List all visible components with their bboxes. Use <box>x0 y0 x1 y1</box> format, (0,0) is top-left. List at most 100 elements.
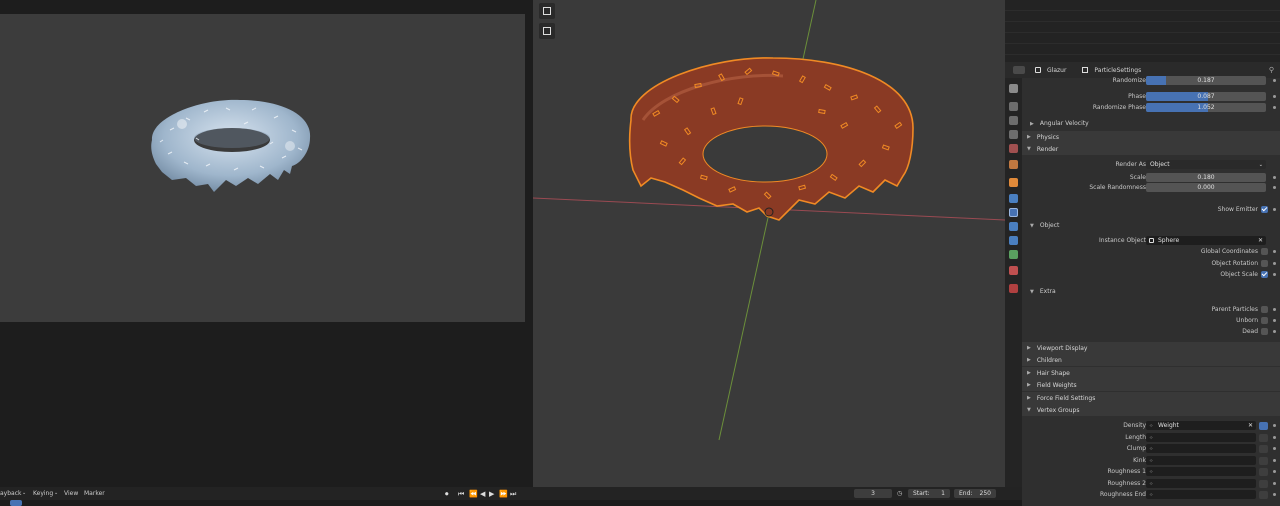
length-group-field[interactable]: ⁘ <box>1146 433 1256 442</box>
panel-field-weights[interactable]: ▶ Field Weights <box>1022 379 1280 391</box>
extra-subpanel-header[interactable]: ▼ Extra <box>1030 286 1280 297</box>
chevron-down-icon: ⌄ <box>1258 161 1263 168</box>
phase-slider[interactable]: 0.087 <box>1146 92 1266 101</box>
object-subpanel-header[interactable]: ▼ Object <box>1030 220 1280 231</box>
marker-menu[interactable]: Marker <box>84 490 105 497</box>
panel-hair-shape[interactable]: ▶ Hair Shape <box>1022 367 1280 379</box>
unborn-checkbox[interactable] <box>1261 317 1268 324</box>
keyframe-dot[interactable] <box>1273 493 1276 496</box>
clump-group-field[interactable]: ⁘ <box>1146 444 1256 453</box>
panel-force-field-settings[interactable]: ▶ Force Field Settings <box>1022 392 1280 404</box>
physics-tab-icon[interactable] <box>1009 222 1018 231</box>
kink-group-field[interactable]: ⁘ <box>1146 456 1256 465</box>
keyframe-dot[interactable] <box>1273 106 1276 109</box>
view-menu[interactable]: View <box>64 490 78 497</box>
close-icon[interactable]: ✕ <box>1248 422 1253 429</box>
pin-icon[interactable]: ⚲ <box>1269 66 1274 74</box>
playhead[interactable] <box>10 500 22 506</box>
constraints-tab-icon[interactable] <box>1009 236 1018 245</box>
keyframe-dot[interactable] <box>1273 250 1276 253</box>
keyframe-dot[interactable] <box>1273 262 1276 265</box>
keyframe-dot[interactable] <box>1273 79 1276 82</box>
playback-menu[interactable]: ayback <box>0 490 22 497</box>
end-frame-field[interactable]: End: 250 <box>954 489 996 498</box>
particles-tab-icon[interactable] <box>1009 208 1018 217</box>
render-panel-header[interactable]: ▼ Render <box>1022 143 1280 155</box>
scale-field[interactable]: 0.180 <box>1146 173 1266 182</box>
jump-end-button[interactable]: ⏭ <box>510 490 516 499</box>
keyframe-dot[interactable] <box>1273 186 1276 189</box>
randomize-phase-slider[interactable]: 1.052 <box>1146 103 1266 112</box>
density-group-field[interactable]: ⁘ Weight ✕ <box>1146 421 1256 430</box>
play-button[interactable]: ▶ <box>489 490 494 498</box>
show-emitter-checkbox[interactable] <box>1261 206 1268 213</box>
keyframe-dot[interactable] <box>1273 330 1276 333</box>
data-tab-icon[interactable] <box>1009 250 1018 259</box>
invert-toggle-icon[interactable] <box>1259 421 1268 430</box>
keying-menu[interactable]: Keying <box>33 490 53 497</box>
keyframe-dot[interactable] <box>1273 95 1276 98</box>
parent-particles-checkbox[interactable] <box>1261 306 1268 313</box>
keyframe-dot[interactable] <box>1273 308 1276 311</box>
keyframe-dot[interactable] <box>1273 319 1276 322</box>
roughness-1-group-field[interactable]: ⁘ <box>1146 467 1256 476</box>
invert-toggle-icon[interactable] <box>1259 467 1268 476</box>
roughness-2-group-field[interactable]: ⁘ <box>1146 479 1256 488</box>
randomize-slider[interactable]: 0.187 <box>1146 76 1266 85</box>
panel-children[interactable]: ▶ Children <box>1022 354 1280 366</box>
editor-type-icon[interactable] <box>1013 66 1025 74</box>
scene-tab-icon[interactable] <box>1009 144 1018 153</box>
physics-panel-header[interactable]: ▶ Physics <box>1022 131 1280 143</box>
global-coordinates-checkbox[interactable] <box>1261 248 1268 255</box>
panel-viewport-display[interactable]: ▶ Viewport Display <box>1022 342 1280 354</box>
angular-velocity-subpanel[interactable]: ▶ Angular Velocity <box>1030 118 1280 129</box>
invert-toggle-icon[interactable] <box>1259 444 1268 453</box>
world-tab-icon[interactable] <box>1009 160 1018 169</box>
object-rotation-checkbox[interactable] <box>1261 260 1268 267</box>
object-scale-checkbox[interactable] <box>1261 271 1268 278</box>
play-reverse-button[interactable]: ◀ <box>480 490 485 498</box>
timeline-ruler[interactable] <box>0 500 1022 506</box>
tool-tab-icon[interactable] <box>1009 84 1018 93</box>
current-frame-field[interactable]: 3 <box>854 489 892 498</box>
view-layer-tab-icon[interactable] <box>1009 130 1018 139</box>
keyframe-dot[interactable] <box>1273 447 1276 450</box>
object-tab-icon[interactable] <box>1009 178 1018 187</box>
start-frame-field[interactable]: Start: 1 <box>908 489 950 498</box>
render-result-canvas[interactable] <box>0 14 525 322</box>
keyframe-dot[interactable] <box>1273 176 1276 179</box>
record-button[interactable]: ⏺ <box>445 490 449 499</box>
kink-label: Kink <box>1133 457 1146 464</box>
panel-vertex-groups[interactable]: ▼ Vertex Groups <box>1022 404 1280 416</box>
object-name-label[interactable]: Glazur <box>1047 67 1066 74</box>
invert-toggle-icon[interactable] <box>1259 479 1268 488</box>
material-tab-icon[interactable] <box>1009 266 1018 275</box>
dead-checkbox[interactable] <box>1261 328 1268 335</box>
invert-toggle-icon[interactable] <box>1259 433 1268 442</box>
scale-randomness-field[interactable]: 0.000 <box>1146 183 1266 192</box>
3d-viewport[interactable] <box>533 0 1005 487</box>
density-label: Density <box>1123 422 1146 429</box>
keyframe-dot[interactable] <box>1273 470 1276 473</box>
jump-keyframe-back-button[interactable]: ⏪ <box>469 490 478 498</box>
jump-start-button[interactable]: ⏮ <box>458 490 464 499</box>
texture-tab-icon[interactable] <box>1009 284 1018 293</box>
output-tab-icon[interactable] <box>1009 116 1018 125</box>
modifier-tab-icon[interactable] <box>1009 194 1018 203</box>
render-tab-icon[interactable] <box>1009 102 1018 111</box>
jump-keyframe-forward-button[interactable]: ⏩ <box>499 490 508 498</box>
invert-toggle-icon[interactable] <box>1259 490 1268 499</box>
keyframe-dot[interactable] <box>1273 208 1276 211</box>
roughness-end-group-field[interactable]: ⁘ <box>1146 490 1256 499</box>
keyframe-dot[interactable] <box>1273 459 1276 462</box>
close-icon[interactable]: ✕ <box>1258 237 1263 244</box>
render-as-dropdown[interactable]: Object ⌄ <box>1146 160 1266 169</box>
keyframe-dot[interactable] <box>1273 424 1276 427</box>
instance-object-field[interactable]: Sphere ✕ <box>1146 236 1266 245</box>
clock-icon[interactable]: ◷ <box>897 490 902 497</box>
keyframe-dot[interactable] <box>1273 436 1276 439</box>
invert-toggle-icon[interactable] <box>1259 456 1268 465</box>
particle-settings-label[interactable]: ParticleSettings <box>1094 67 1141 74</box>
keyframe-dot[interactable] <box>1273 482 1276 485</box>
keyframe-dot[interactable] <box>1273 273 1276 276</box>
